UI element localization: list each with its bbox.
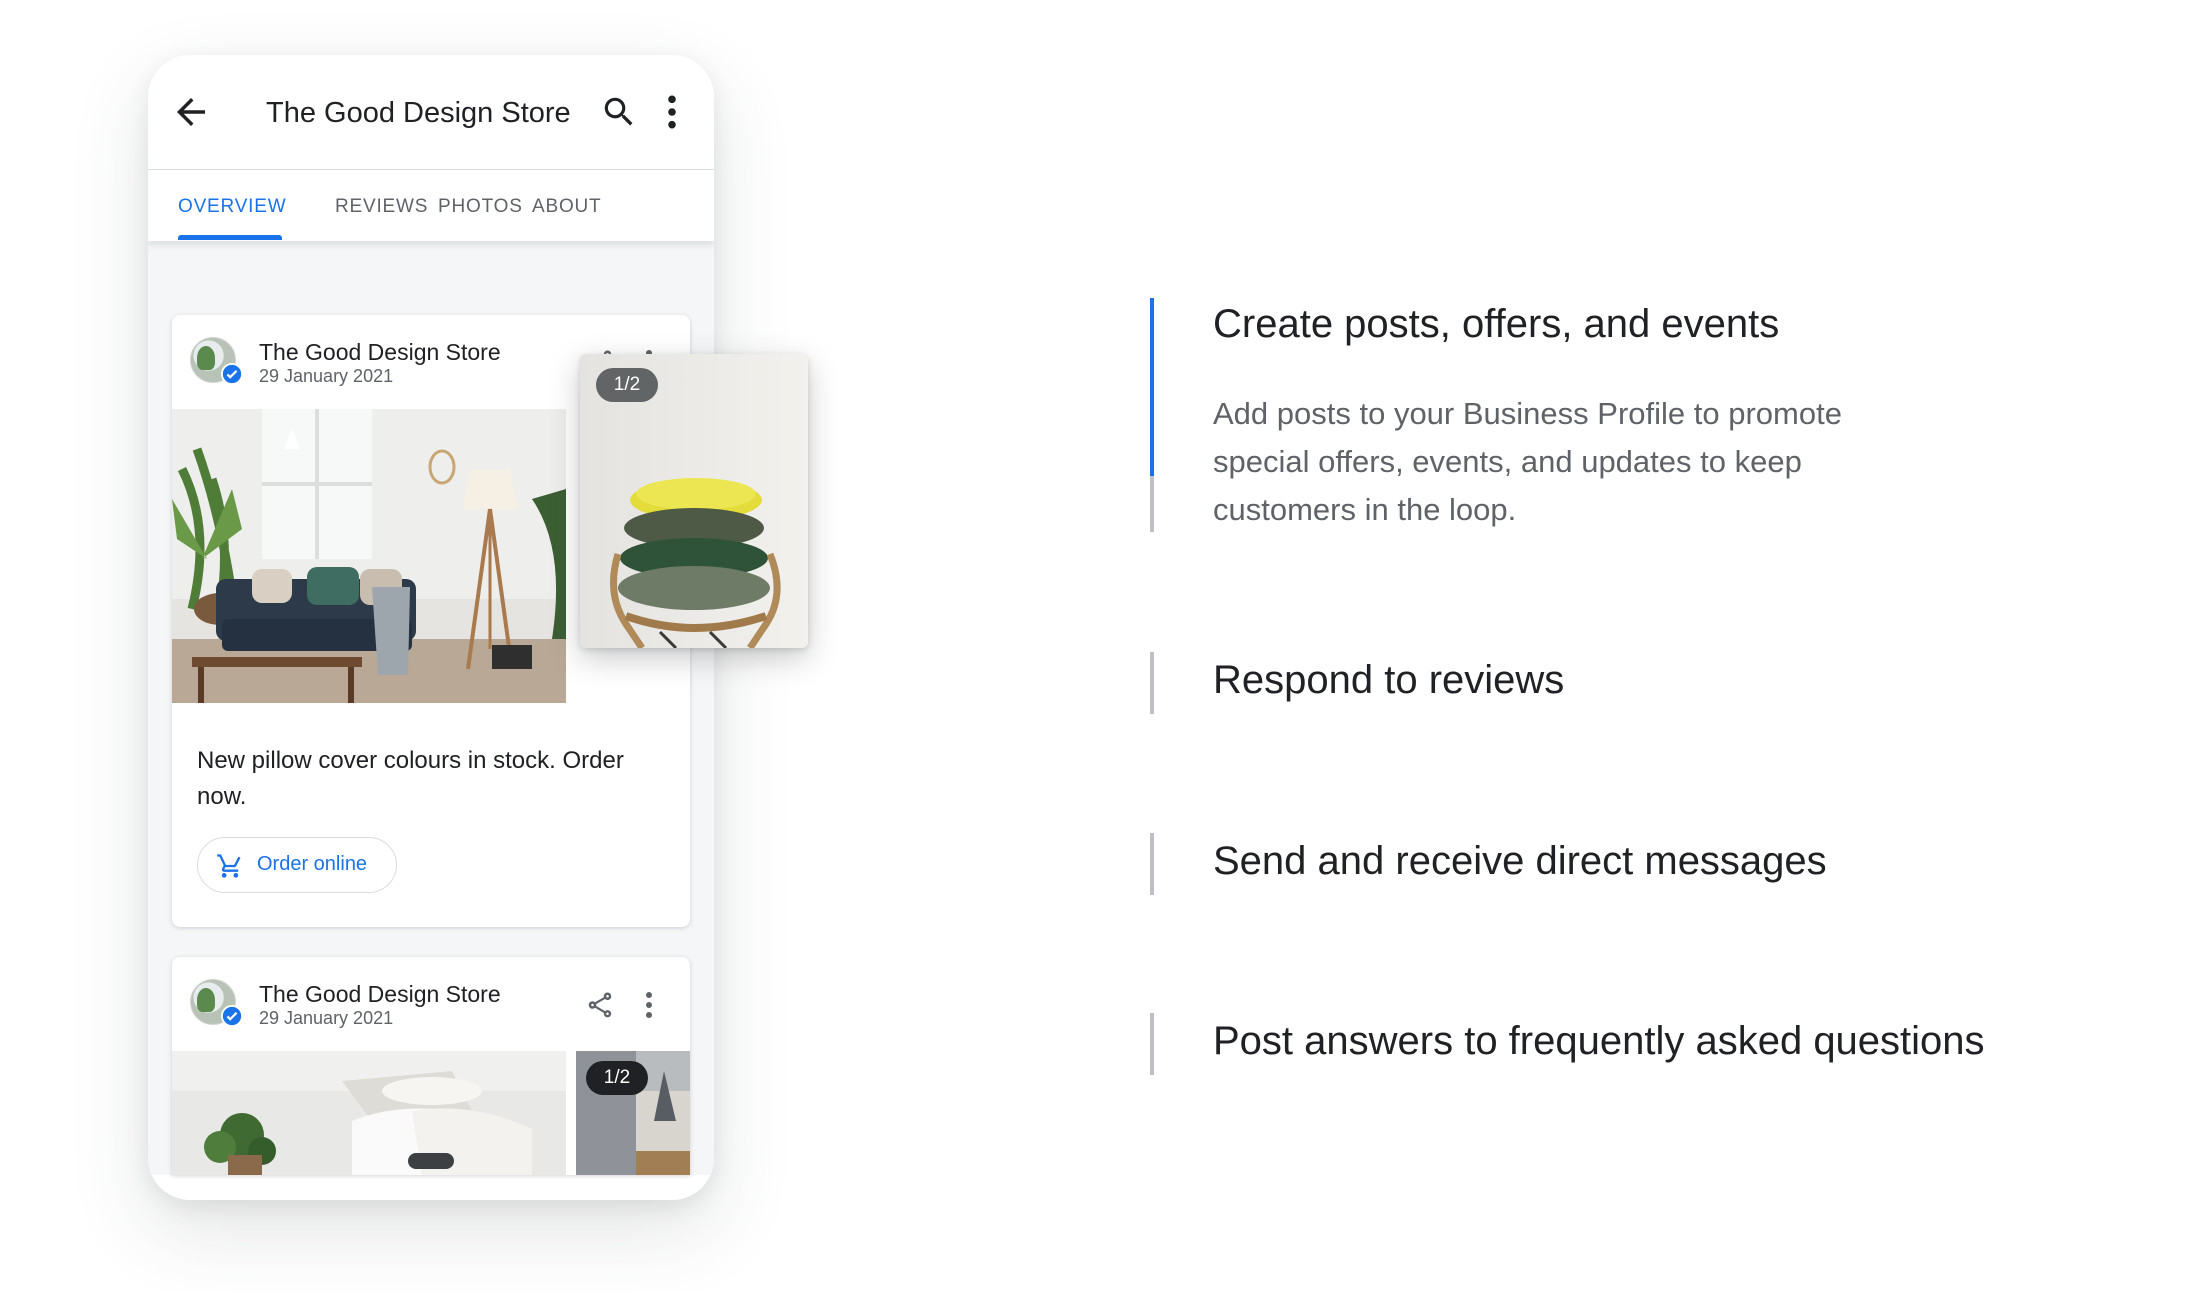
post-photo-bedroom[interactable] (172, 1051, 566, 1175)
arrow-back-icon[interactable] (170, 91, 212, 133)
feature-title: Respond to reviews (1213, 658, 1565, 702)
post-text: New pillow cover colours in stock. Order… (197, 747, 624, 810)
app-bar: The Good Design Store (148, 55, 714, 169)
order-online-button[interactable]: Order online (197, 837, 397, 893)
post-store-name: The Good Design Store (259, 981, 501, 1007)
feature-progress-fill (1150, 298, 1154, 476)
photo-counter-badge: 1/2 (596, 368, 658, 402)
post-store-name: The Good Design Store (259, 339, 501, 365)
more-vert-icon[interactable] (662, 93, 682, 131)
search-icon[interactable] (600, 93, 638, 131)
tab-bar: OVERVIEW REVIEWS PHOTOS ABOUT (148, 169, 714, 241)
feature-progress-bar (1150, 298, 1154, 532)
share-icon[interactable] (585, 990, 615, 1020)
feature-divider (1150, 833, 1154, 895)
tab-overview[interactable]: OVERVIEW (178, 196, 286, 218)
home-indicator (408, 1153, 454, 1169)
post-photo-pillows[interactable]: 1/2 (580, 354, 808, 648)
post-card: The Good Design Store 29 January 2021 (172, 957, 690, 1175)
shopping-cart-icon (217, 854, 241, 878)
feature-divider (1150, 1013, 1154, 1075)
tab-about[interactable]: ABOUT (532, 196, 601, 218)
app-title: The Good Design Store (266, 97, 571, 129)
tab-photos[interactable]: PHOTOS (438, 196, 523, 218)
tab-reviews[interactable]: REVIEWS (335, 196, 428, 218)
feature-divider (1150, 652, 1154, 714)
photo-counter-badge: 1/2 (586, 1061, 648, 1095)
feature-title: Post answers to frequently asked questio… (1213, 1019, 1985, 1063)
active-tab-indicator (178, 235, 282, 240)
post-date: 29 January 2021 (259, 366, 394, 386)
post-date: 29 January 2021 (259, 1008, 394, 1028)
post-header: The Good Design Store 29 January 2021 (172, 957, 690, 1051)
order-online-label: Order online (257, 853, 368, 875)
feature-title: Send and receive direct messages (1213, 839, 1827, 883)
feature-description: Add posts to your Business Profile to pr… (1213, 396, 1842, 527)
post-more-icon[interactable] (644, 990, 654, 1020)
verified-badge-icon (221, 363, 243, 385)
post-photo-living-room[interactable] (172, 409, 566, 703)
verified-badge-icon (221, 1005, 243, 1027)
feature-title: Create posts, offers, and events (1213, 302, 1780, 346)
